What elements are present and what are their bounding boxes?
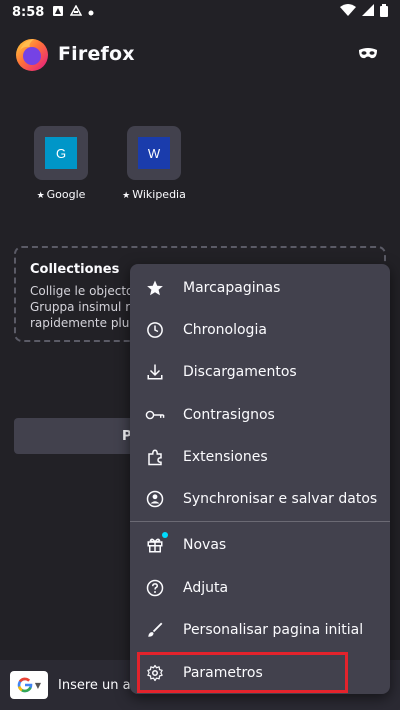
menu-item-settings[interactable]: Parametros — [130, 653, 390, 693]
menu-item-history[interactable]: Chronologia — [130, 310, 390, 350]
menu-item-help[interactable]: Adjuta — [130, 568, 390, 608]
shortcut-google[interactable]: G ★ Google — [16, 126, 106, 201]
battery-icon — [380, 3, 388, 21]
wifi-icon — [340, 4, 356, 20]
google-icon — [17, 677, 33, 693]
gear-icon — [145, 663, 165, 683]
home-header: Firefox — [14, 36, 135, 72]
shortcut-tile: W — [127, 126, 181, 180]
shortcut-tile: G — [34, 126, 88, 180]
signal-icon — [362, 4, 374, 20]
status-time: 8:58 — [12, 4, 45, 20]
menu-item-bookmarks[interactable]: Marcapaginas — [130, 268, 390, 308]
menu-item-downloads[interactable]: Discargamentos — [130, 352, 390, 392]
google-favicon-icon: G — [45, 137, 77, 169]
key-icon — [145, 405, 165, 425]
menu-item-sync[interactable]: Synchronisar e salvar datos — [130, 479, 390, 519]
address-bar[interactable]: Insere un ad — [58, 678, 139, 693]
firefox-logo-icon — [14, 36, 50, 72]
status-bar: 8:58 — [0, 0, 400, 24]
menu-item-whats-new[interactable]: Novas — [130, 525, 390, 565]
gift-icon — [145, 532, 168, 555]
private-mode-button[interactable] — [358, 46, 378, 60]
dot-icon — [88, 6, 94, 19]
main-menu: Marcapaginas Chronologia Discargamentos … — [130, 264, 390, 694]
wikipedia-favicon-icon: W — [138, 137, 170, 169]
shortcut-label: ★ Google — [36, 188, 86, 201]
brand-title: Firefox — [58, 43, 135, 65]
shortcut-label: ★ Wikipedia — [122, 188, 186, 201]
menu-item-extensions[interactable]: Extensiones — [130, 437, 390, 477]
menu-item-customize-homepage[interactable]: Personalisar pagina initial — [130, 610, 390, 650]
brush-icon — [145, 620, 165, 640]
download-icon — [145, 362, 165, 382]
menu-divider — [130, 521, 390, 522]
notification-icon-2 — [70, 3, 83, 20]
menu-item-passwords[interactable]: Contrasignos — [130, 395, 390, 435]
pin-icon: ★ — [122, 191, 131, 201]
collections-desc-line: rapidemente plus t — [30, 316, 130, 330]
shortcut-wikipedia[interactable]: W ★ Wikipedia — [109, 126, 199, 201]
puzzle-icon — [145, 447, 165, 467]
account-icon — [145, 489, 165, 509]
notification-icon — [52, 5, 64, 20]
pin-icon: ★ — [36, 191, 45, 201]
chevron-down-icon: ▼ — [34, 680, 42, 690]
clock-icon — [145, 320, 165, 340]
collections-desc-line: Collige le objectos — [30, 284, 130, 298]
star-icon — [145, 278, 165, 298]
collections-desc-line: Gruppa insimul rec — [30, 300, 130, 314]
mask-icon — [359, 48, 377, 59]
notification-dot — [162, 532, 168, 538]
help-icon — [145, 578, 165, 598]
search-engine-selector[interactable]: ▼ — [10, 671, 48, 699]
